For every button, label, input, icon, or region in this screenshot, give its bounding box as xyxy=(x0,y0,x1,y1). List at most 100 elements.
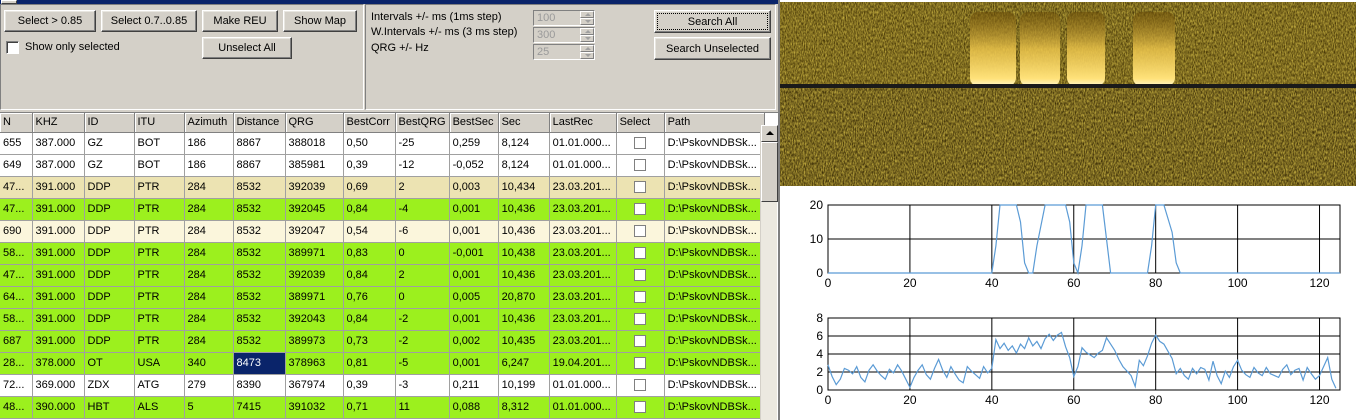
row-select-checkbox[interactable] xyxy=(634,269,647,282)
cell-qrg: 385981 xyxy=(285,154,344,177)
cell-qrg: 392045 xyxy=(285,198,344,221)
column-header-select[interactable]: Select xyxy=(616,113,665,133)
row-select-checkbox[interactable] xyxy=(634,247,647,260)
select-gt-085-button[interactable]: Select > 0.85 xyxy=(4,10,96,32)
cell-qrg: 392039 xyxy=(285,176,344,199)
select-cell[interactable] xyxy=(616,396,665,419)
row-select-checkbox[interactable] xyxy=(634,335,647,348)
select-cell[interactable] xyxy=(616,242,665,265)
grid-vertical-scrollbar[interactable] xyxy=(760,125,778,420)
select-cell[interactable] xyxy=(616,220,665,243)
select-cell[interactable] xyxy=(616,352,665,375)
cell-id: DDP xyxy=(84,176,135,199)
spin-down-icon[interactable] xyxy=(580,18,594,25)
show-map-button[interactable]: Show Map xyxy=(283,10,357,32)
column-header-azimuth[interactable]: Azimuth xyxy=(184,113,234,133)
w-intervals-spinner[interactable]: 300 xyxy=(533,27,595,43)
select-cell[interactable] xyxy=(616,264,665,287)
table-row[interactable]: 64... 391.000 DDP PTR 284 8532 389971 0,76 0 0,00… xyxy=(0,286,765,309)
select-cell[interactable] xyxy=(616,176,665,199)
column-header-bestcorr[interactable]: BestCorr xyxy=(343,113,396,133)
column-header-bestsec[interactable]: BestSec xyxy=(449,113,499,133)
row-select-checkbox[interactable] xyxy=(634,203,647,216)
scroll-thumb[interactable] xyxy=(761,142,778,202)
select-07-085-button[interactable]: Select 0.7..0.85 xyxy=(101,10,197,32)
cell-bestcorr: 0,84 xyxy=(343,198,396,221)
x-tick-label: 60 xyxy=(1067,393,1081,407)
cell-bestcorr: 0,81 xyxy=(343,352,396,375)
table-row[interactable]: 47... 391.000 DDP PTR 284 8532 392045 0,84 -4 0,0… xyxy=(0,198,765,221)
show-only-selected-checkbox[interactable] xyxy=(6,41,19,54)
table-body: 655 387.000 GZ BOT 186 8867 388018 0,50 -25 0,259… xyxy=(0,132,765,419)
cell-qrg: 389971 xyxy=(285,242,344,265)
cell-path: D:\PskovNDBSk... xyxy=(664,396,765,419)
table-row[interactable]: 48... 390.000 HBT ALS 5 7415 391032 0,71 11 0,088… xyxy=(0,396,765,419)
make-reu-button[interactable]: Make REU xyxy=(202,10,278,32)
cell-azimuth: 284 xyxy=(184,330,234,353)
cell-azimuth: 284 xyxy=(184,286,234,309)
table-row[interactable]: 47... 391.000 DDP PTR 284 8532 392039 0,69 2 0,00… xyxy=(0,176,765,199)
column-header-lastrec[interactable]: LastRec xyxy=(549,113,617,133)
select-cell[interactable] xyxy=(616,154,665,177)
cell-id: DDP xyxy=(84,198,135,221)
table-row[interactable]: 690 391.000 DDP PTR 284 8532 392047 0,54 -6 0,001… xyxy=(0,220,765,243)
row-select-checkbox[interactable] xyxy=(634,291,647,304)
scroll-up-icon[interactable] xyxy=(761,125,778,142)
cell-bestqrg: -3 xyxy=(395,374,450,397)
table-row[interactable]: 655 387.000 GZ BOT 186 8867 388018 0,50 -25 0,259… xyxy=(0,132,765,155)
w-intervals-label: W.Intervals +/- ms (3 ms step) xyxy=(371,26,518,38)
select-cell[interactable] xyxy=(616,198,665,221)
select-cell[interactable] xyxy=(616,132,665,155)
cell-itu: PTR xyxy=(134,220,185,243)
cell-khz: 391.000 xyxy=(32,264,85,287)
spin-up-icon[interactable] xyxy=(580,11,594,18)
table-row[interactable]: 649 387.000 GZ BOT 186 8867 385981 0,39 -12 -0,05… xyxy=(0,154,765,177)
cell-n: 58... xyxy=(0,308,33,331)
cell-itu: PTR xyxy=(134,264,185,287)
search-all-button[interactable]: Search All xyxy=(654,10,771,33)
x-tick-label: 0 xyxy=(825,276,832,290)
column-header-path[interactable]: Path xyxy=(664,113,765,133)
select-cell[interactable] xyxy=(616,330,665,353)
table-row[interactable]: 47... 391.000 DDP PTR 284 8532 392039 0,84 2 0,00… xyxy=(0,264,765,287)
unselect-all-button[interactable]: Unselect All xyxy=(202,37,292,59)
row-select-checkbox[interactable] xyxy=(634,137,647,150)
select-cell[interactable] xyxy=(616,374,665,397)
table-row[interactable]: 687 391.000 DDP PTR 284 8532 389973 0,73 -2 0,002… xyxy=(0,330,765,353)
row-select-checkbox[interactable] xyxy=(634,357,647,370)
column-header-sec[interactable]: Sec xyxy=(498,113,550,133)
row-select-checkbox[interactable] xyxy=(634,379,647,392)
column-header-distance[interactable]: Distance xyxy=(233,113,286,133)
intervals-spinner[interactable]: 100 xyxy=(533,10,595,26)
qrg-spinner[interactable]: 25 xyxy=(533,44,595,60)
spin-up-icon[interactable] xyxy=(580,28,594,35)
column-header-itu[interactable]: ITU xyxy=(134,113,185,133)
results-table: N KHZ ID ITU Azimuth Distance QRG BestCorr BestQ… xyxy=(0,113,765,419)
table-row[interactable]: 58... 391.000 DDP PTR 284 8532 389971 0,83 0 -0,0… xyxy=(0,242,765,265)
column-header-bestqrg[interactable]: BestQRG xyxy=(395,113,450,133)
column-header-khz[interactable]: KHZ xyxy=(32,113,85,133)
row-select-checkbox[interactable] xyxy=(634,159,647,172)
column-header-qrg[interactable]: QRG xyxy=(285,113,344,133)
table-row[interactable]: 58... 391.000 DDP PTR 284 8532 392043 0,84 -2 0,0… xyxy=(0,308,765,331)
cell-bestcorr: 0,84 xyxy=(343,308,396,331)
column-header-n[interactable]: N xyxy=(0,113,33,133)
spin-up-icon[interactable] xyxy=(580,45,594,52)
table-row[interactable]: 72... 369.000 ZDX ATG 279 8390 367974 0,39 -3 0,2… xyxy=(0,374,765,397)
table-row[interactable]: 28... 378.000 OT USA 340 8473 378963 0,81 -5 0,00… xyxy=(0,352,765,375)
row-select-checkbox[interactable] xyxy=(634,401,647,414)
search-unselected-button[interactable]: Search Unselected xyxy=(654,37,771,60)
spectrogram-top xyxy=(780,2,1356,86)
row-select-checkbox[interactable] xyxy=(634,181,647,194)
select-cell[interactable] xyxy=(616,308,665,331)
spin-down-icon[interactable] xyxy=(580,35,594,42)
column-header-id[interactable]: ID xyxy=(84,113,135,133)
chart-correlation: 0 10 20 0 20 40 60 80 100 120 xyxy=(810,198,1341,290)
x-tick-label: 40 xyxy=(985,276,999,290)
table-header-row: N KHZ ID ITU Azimuth Distance QRG BestCorr BestQ… xyxy=(0,113,765,133)
y-tick-label: 6 xyxy=(816,329,823,343)
select-cell[interactable] xyxy=(616,286,665,309)
row-select-checkbox[interactable] xyxy=(634,225,647,238)
row-select-checkbox[interactable] xyxy=(634,313,647,326)
spin-down-icon[interactable] xyxy=(580,52,594,59)
